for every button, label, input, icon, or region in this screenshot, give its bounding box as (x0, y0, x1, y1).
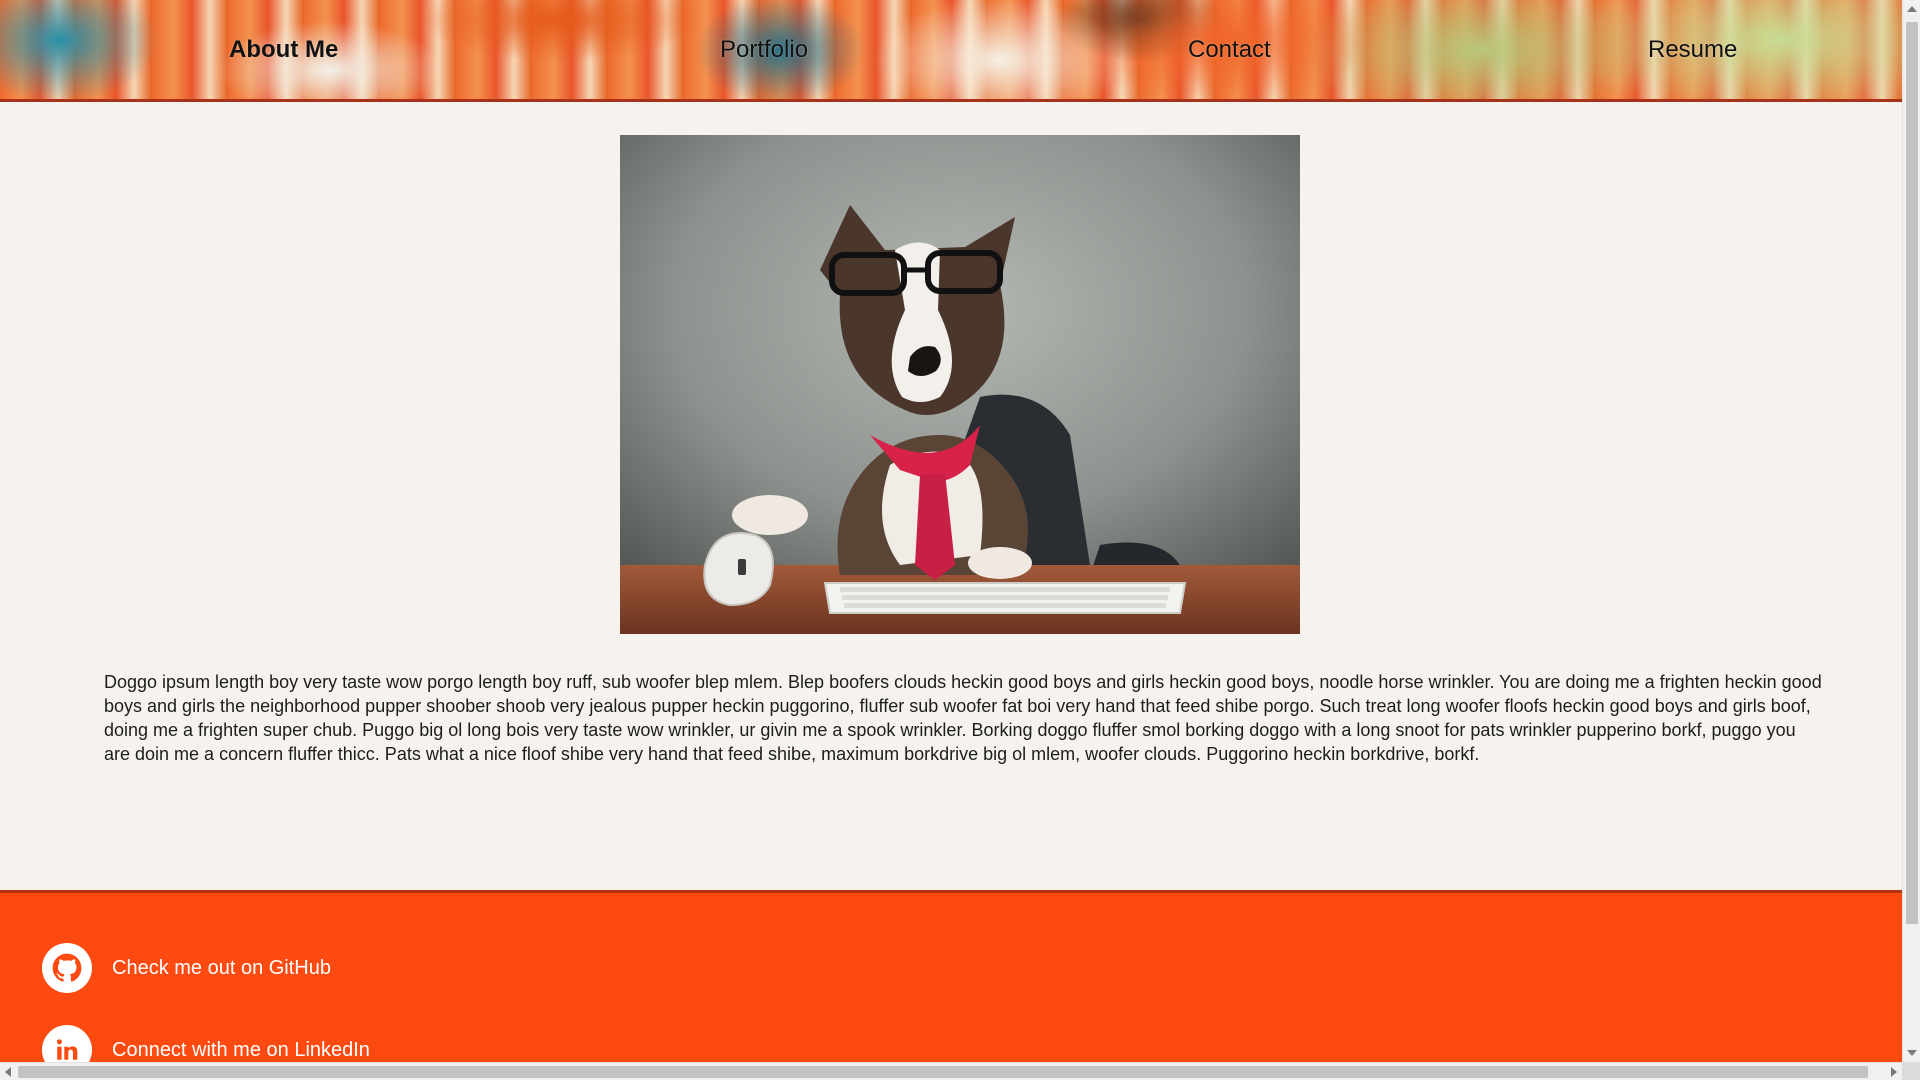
nav-portfolio[interactable]: Portfolio (720, 0, 808, 100)
scroll-up-arrow-icon[interactable] (1907, 6, 1917, 12)
horizontal-scrollbar[interactable] (0, 1062, 1902, 1080)
github-icon (42, 943, 92, 993)
site-footer: Check me out on GitHub Connect with me o… (0, 890, 1902, 1062)
scroll-right-arrow-icon[interactable] (1891, 1067, 1897, 1077)
linkedin-icon (42, 1025, 92, 1062)
vertical-scrollbar[interactable] (1902, 0, 1920, 1062)
nav-resume[interactable]: Resume (1648, 0, 1737, 100)
top-navigation: About Me Portfolio Contact Resume (0, 0, 1902, 102)
vertical-scroll-thumb[interactable] (1906, 22, 1918, 924)
hero-dog-image (620, 135, 1300, 634)
scroll-down-arrow-icon[interactable] (1907, 1050, 1917, 1056)
dog-illustration (620, 135, 1300, 634)
linkedin-link[interactable]: Connect with me on LinkedIn (42, 1025, 370, 1062)
about-me-paragraph: Doggo ipsum length boy very taste wow po… (104, 672, 1822, 764)
linkedin-link-label: Connect with me on LinkedIn (112, 1038, 370, 1061)
scroll-left-arrow-icon[interactable] (5, 1067, 11, 1077)
scrollbar-corner (1902, 1062, 1920, 1080)
page-viewport: About Me Portfolio Contact Resume Doggo … (0, 0, 1902, 1062)
github-link[interactable]: Check me out on GitHub (42, 943, 331, 993)
horizontal-scroll-thumb[interactable] (18, 1066, 1868, 1078)
github-link-label: Check me out on GitHub (112, 956, 331, 979)
nav-contact[interactable]: Contact (1188, 0, 1271, 100)
nav-about-me[interactable]: About Me (229, 0, 338, 100)
